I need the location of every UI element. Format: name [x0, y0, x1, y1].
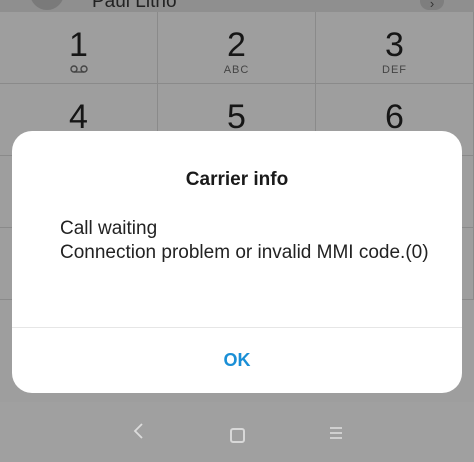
- key-digit: 3: [385, 26, 404, 64]
- contact-name: Paul Litho: [92, 0, 177, 12]
- contact-bar[interactable]: P Paul Litho ›: [0, 0, 474, 12]
- key-digit: 4: [69, 98, 88, 136]
- home-icon[interactable]: [223, 420, 251, 448]
- key-2[interactable]: 2 ABC: [158, 12, 316, 84]
- carrier-info-dialog: Carrier info Call waiting Connection pro…: [12, 131, 462, 393]
- dialog-title: Carrier info: [185, 169, 289, 190]
- key-digit: 2: [227, 26, 246, 64]
- key-digit: 6: [385, 98, 404, 136]
- voicemail-icon: [0, 64, 157, 76]
- key-3[interactable]: 3 DEF: [316, 12, 474, 84]
- key-letters: DEF: [382, 64, 407, 76]
- navigation-bar: [0, 402, 474, 462]
- chevron-right-icon[interactable]: ›: [420, 0, 444, 11]
- ok-button[interactable]: OK: [12, 328, 462, 393]
- menu-icon[interactable]: [322, 420, 350, 448]
- dialog-message: Call waiting Connection problem or inval…: [60, 218, 429, 263]
- back-icon[interactable]: [125, 420, 153, 448]
- key-digit: 1: [69, 26, 88, 64]
- key-1[interactable]: 1: [0, 12, 158, 84]
- avatar: P: [30, 0, 64, 10]
- key-digit: 5: [227, 98, 246, 136]
- key-letters: ABC: [223, 64, 250, 76]
